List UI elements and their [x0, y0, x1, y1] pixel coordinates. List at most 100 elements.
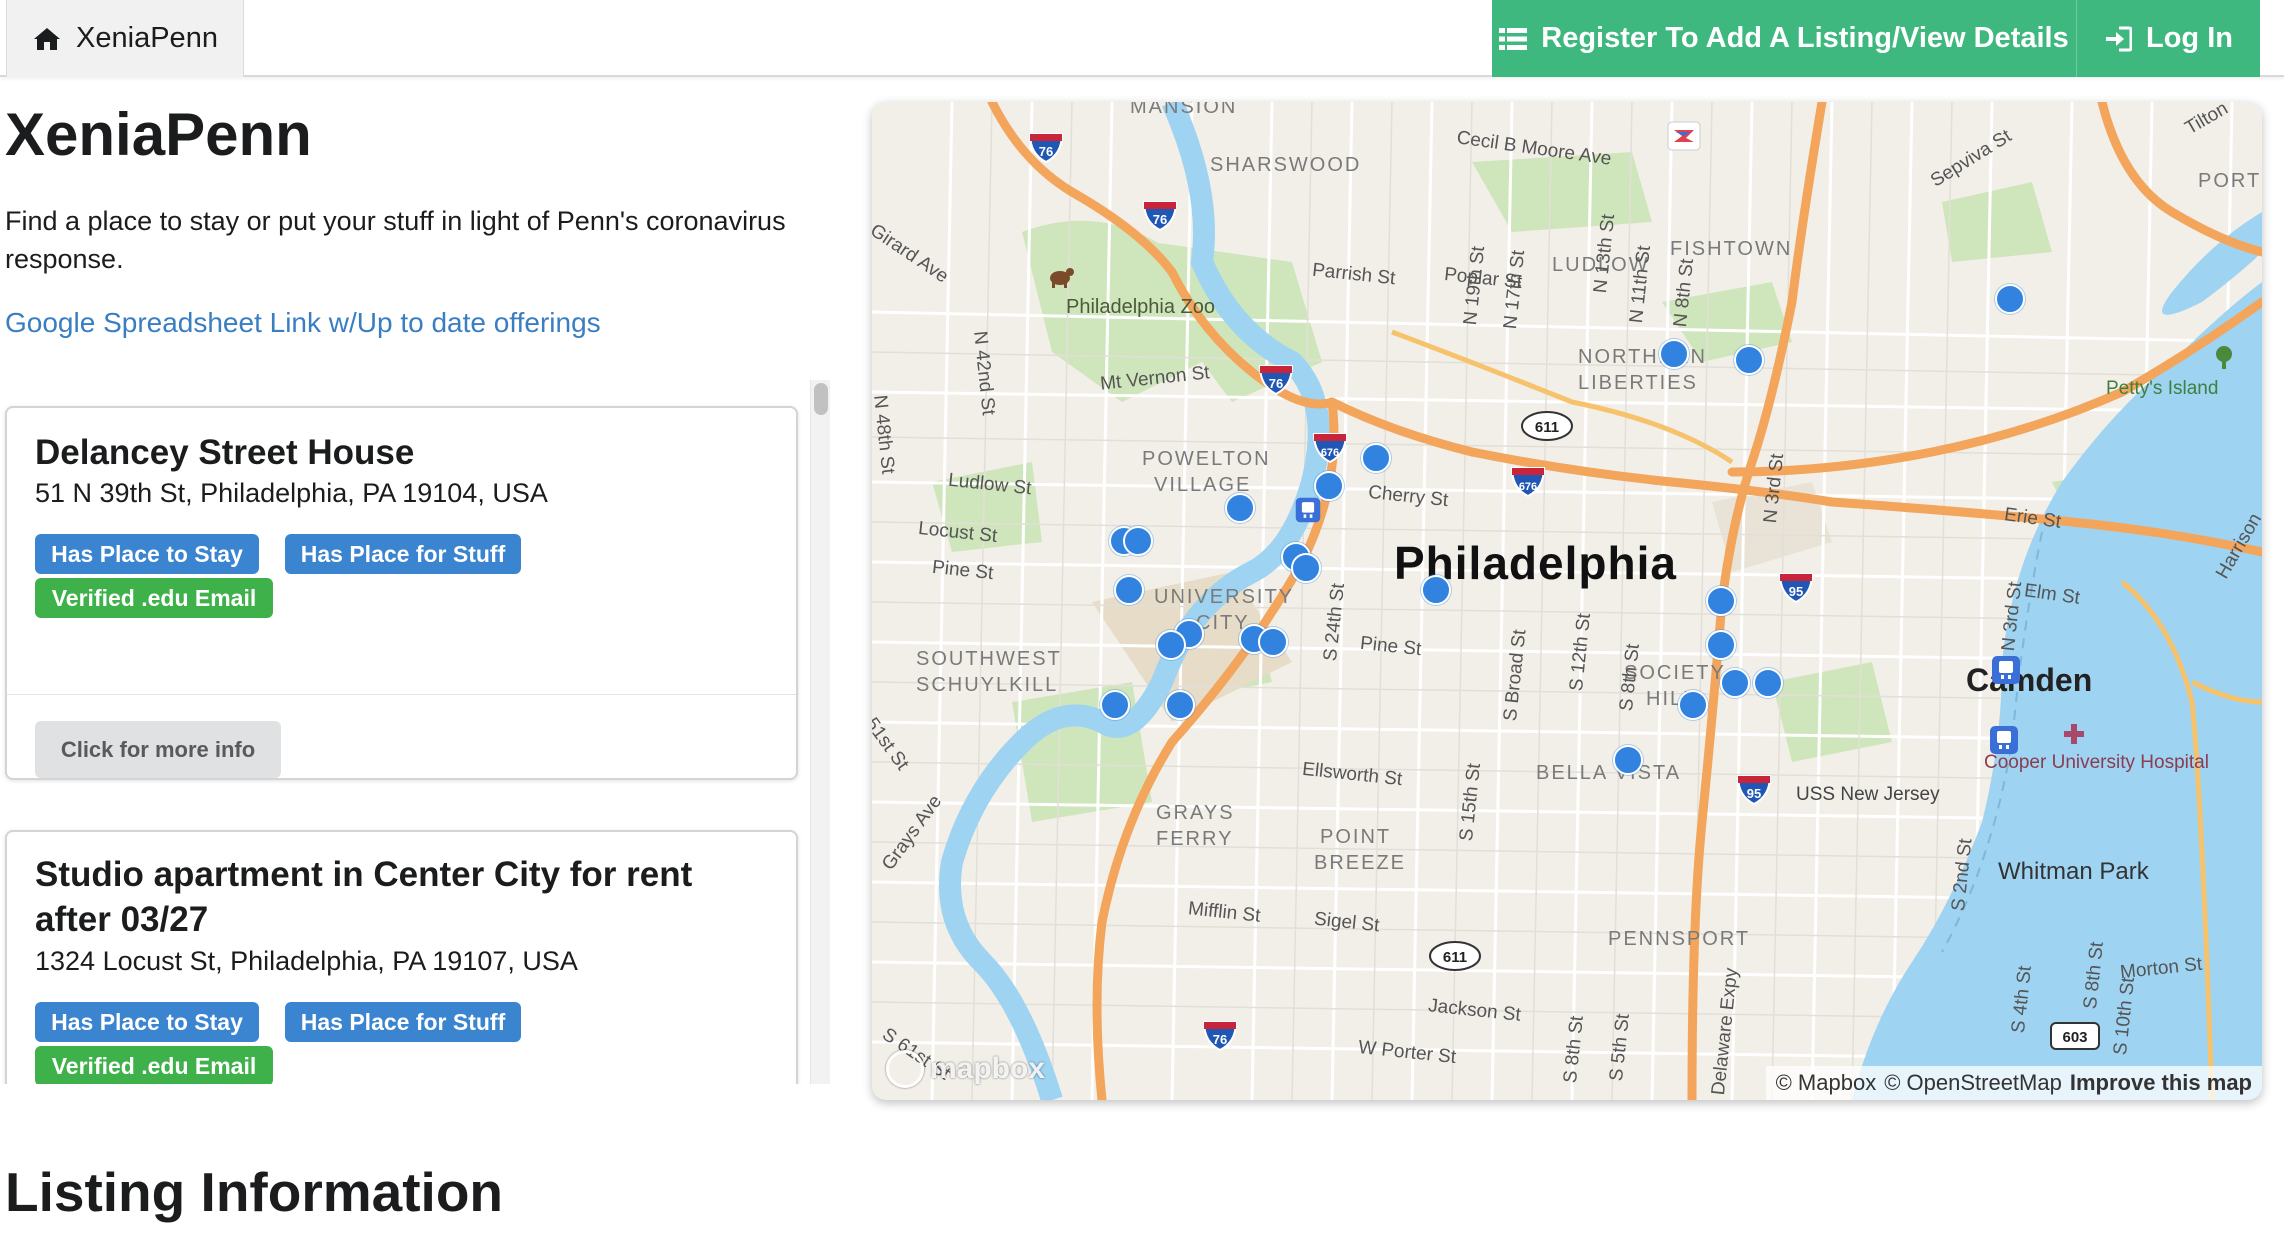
listing-marker[interactable]	[1752, 668, 1783, 699]
svg-text:76: 76	[1213, 1032, 1227, 1047]
map-area-label: SCHUYLKILL	[916, 674, 1059, 696]
listing-scrollbar[interactable]	[810, 380, 830, 1084]
listing-marker[interactable]	[1612, 745, 1643, 776]
map-place-label: Petty's Island	[2106, 378, 2219, 399]
map-area-label: POWELTON	[1142, 448, 1271, 470]
map-area-label: FISHTOWN	[1670, 238, 1793, 260]
map-attribution: © Mapbox © OpenStreetMap Improve this ma…	[1765, 1066, 2262, 1100]
register-button[interactable]: Register To Add A Listing/View Details	[1492, 0, 2076, 77]
map-place-label: Whitman Park	[1998, 858, 2149, 885]
register-label: Register To Add A Listing/View Details	[1541, 22, 2069, 54]
listing-marker[interactable]	[1225, 492, 1256, 523]
listing-marker[interactable]	[1995, 284, 2026, 315]
listing-marker[interactable]	[1113, 575, 1144, 606]
mapbox-logo-icon	[886, 1050, 924, 1088]
listing-marker[interactable]	[1258, 626, 1289, 657]
map-place-label: Philadelphia Zoo	[1066, 296, 1215, 318]
mapbox-logo[interactable]: mapbox	[886, 1050, 1045, 1088]
list-icon	[1499, 27, 1528, 51]
listing-marker[interactable]	[1421, 575, 1452, 606]
listing-title: Studio apartment in Center City for rent…	[35, 855, 693, 939]
tag-place-to-stay: Has Place to Stay	[35, 1002, 259, 1042]
map-area-label: SOUTHWEST	[916, 648, 1062, 670]
top-menu: XeniaPenn Register To Add A Listing/View…	[0, 0, 2284, 77]
attribution-osm[interactable]: © OpenStreetMap	[1884, 1070, 2062, 1096]
map-place-label: USS New Jersey	[1796, 784, 1940, 805]
listing-marker[interactable]	[1164, 690, 1195, 721]
map-area-label: PENNSPORT	[1608, 928, 1751, 950]
listing-marker[interactable]	[1677, 690, 1708, 721]
home-link[interactable]: XeniaPenn	[6, 0, 244, 77]
svg-text:95: 95	[1747, 786, 1761, 801]
intro-text: Find a place to stay or put your stuff i…	[5, 206, 786, 274]
route-shield-icon: 611	[1428, 940, 1482, 972]
listing-marker[interactable]	[1122, 525, 1153, 556]
listing-marker[interactable]	[1360, 443, 1391, 474]
spreadsheet-link[interactable]: Google Spreadsheet Link w/Up to date off…	[5, 307, 601, 339]
svg-text:611: 611	[1535, 419, 1559, 436]
svg-text:676: 676	[1321, 447, 1339, 459]
interstate-shield-icon: 76	[1142, 200, 1178, 232]
tag-place-for-stuff: Has Place for Stuff	[285, 1002, 521, 1042]
svg-text:603: 603	[2062, 1029, 2087, 1046]
route-shield-icon: 611	[1520, 410, 1574, 442]
listing-marker[interactable]	[1719, 668, 1750, 699]
transit-logo-icon	[1666, 120, 1702, 152]
section-title: Listing Information	[5, 1161, 504, 1223]
listing-title: Delancey Street House	[35, 433, 415, 472]
route-shield-icon: 603	[2048, 1020, 2102, 1052]
map-area-label: FERRY	[1156, 828, 1234, 850]
listing-address: 1324 Locust St, Philadelphia, PA 19107, …	[35, 946, 578, 976]
scrollbar-thumb[interactable]	[814, 383, 828, 415]
page-title: XeniaPenn	[5, 101, 312, 168]
home-icon	[32, 26, 62, 52]
interstate-shield-icon: 676	[1510, 466, 1546, 498]
interstate-shield-icon: 76	[1202, 1020, 1238, 1052]
listing-marker[interactable]	[1659, 339, 1690, 370]
listing-card: Delancey Street House 51 N 39th St, Phil…	[5, 406, 798, 780]
listing-marker[interactable]	[1314, 470, 1345, 501]
interstate-shield-icon: 676	[1312, 432, 1348, 464]
listing-card: Studio apartment in Center City for rent…	[5, 830, 798, 1084]
map-area-label: SHARSWOOD	[1210, 154, 1362, 176]
listing-marker[interactable]	[1705, 586, 1736, 616]
attribution-mapbox[interactable]: © Mapbox	[1776, 1070, 1877, 1096]
map-area-label: BELLA VISTA	[1536, 762, 1682, 784]
svg-text:676: 676	[1519, 481, 1537, 493]
listing-marker[interactable]	[1155, 629, 1186, 660]
svg-text:76: 76	[1153, 212, 1167, 227]
listing-marker[interactable]	[1290, 553, 1321, 584]
svg-text:95: 95	[1789, 584, 1803, 599]
interstate-shield-icon: 95	[1778, 572, 1814, 604]
tag-verified-email: Verified .edu Email	[35, 578, 273, 618]
train-station-icon	[1988, 724, 2020, 756]
sign-in-icon	[2104, 26, 2132, 52]
svg-text:76: 76	[1039, 144, 1053, 159]
improve-map-link[interactable]: Improve this map	[2070, 1070, 2252, 1096]
menu-right: Register To Add A Listing/View Details L…	[1492, 0, 2260, 77]
card-divider	[7, 694, 796, 695]
zoo-icon	[1046, 264, 1076, 296]
login-button[interactable]: Log In	[2076, 0, 2260, 77]
interstate-shield-icon: 76	[1028, 132, 1064, 164]
listing-marker[interactable]	[1099, 690, 1130, 721]
listing-address: 51 N 39th St, Philadelphia, PA 19104, US…	[35, 478, 548, 508]
more-info-button[interactable]: Click for more info	[35, 721, 281, 778]
listing-marker[interactable]	[1705, 629, 1736, 660]
listing-marker[interactable]	[1733, 344, 1764, 375]
home-label: XeniaPenn	[76, 22, 218, 54]
map-area-label: POINT	[1320, 826, 1392, 848]
map-area-label: BREEZE	[1314, 852, 1407, 874]
map-area-label: MANSION	[1130, 102, 1238, 118]
park-tree-icon	[2210, 344, 2238, 376]
train-station-icon	[1294, 496, 1322, 528]
listings-map[interactable]: MANSION SHARSWOOD LUDLOW FISHTOWN NORTHE…	[872, 102, 2262, 1100]
map-area-label: GRAYS	[1156, 802, 1235, 824]
map-area-label: PORT RICHMOND	[2198, 170, 2262, 192]
listing-list[interactable]: Delancey Street House 51 N 39th St, Phil…	[0, 380, 830, 1084]
tag-place-for-stuff: Has Place for Stuff	[285, 534, 521, 574]
map-town-label: Camden	[1966, 662, 2093, 698]
tag-place-to-stay: Has Place to Stay	[35, 534, 259, 574]
login-label: Log In	[2146, 22, 2233, 54]
mapbox-logo-text: mapbox	[930, 1052, 1046, 1085]
